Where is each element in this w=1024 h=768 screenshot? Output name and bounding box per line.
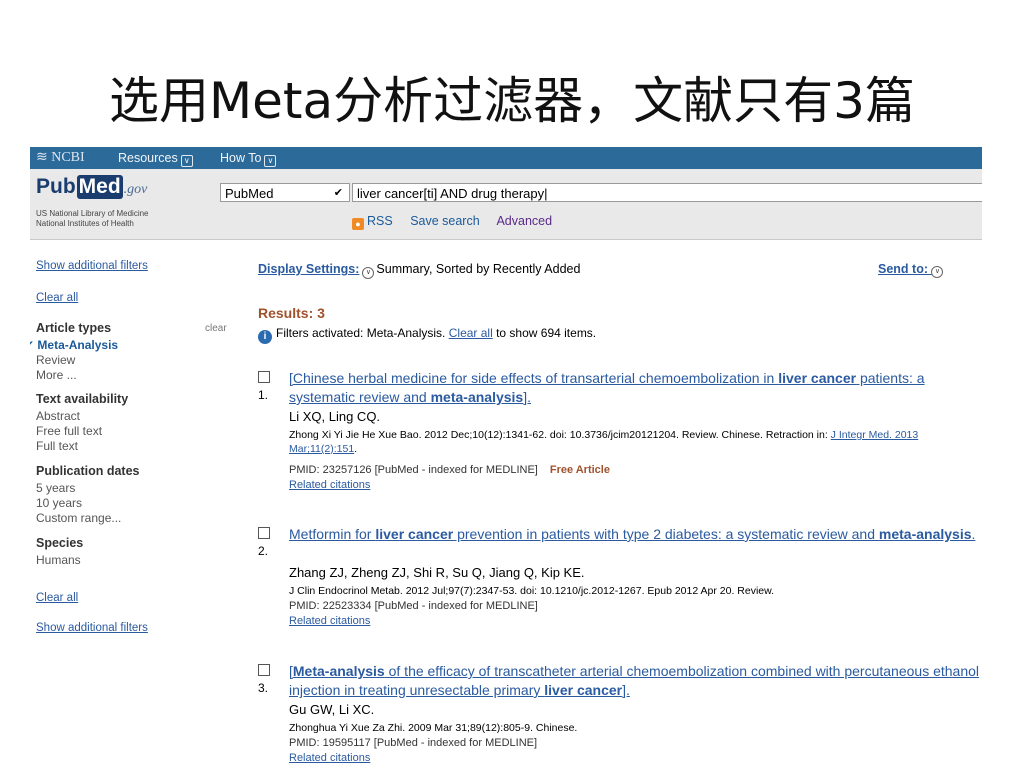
result-pmid: PMID: 23257126 [PubMed - indexed for MED… (289, 464, 610, 476)
dropdown-arrow-icon: ✔ (333, 187, 343, 199)
filter-5-years[interactable]: 5 years (36, 481, 75, 496)
result-pmid: PMID: 22523334 [PubMed - indexed for MED… (289, 600, 538, 612)
related-citations-link[interactable]: Related citations (289, 479, 370, 491)
display-summary-text: Summary, Sorted by Recently Added (376, 262, 581, 276)
text-availability-heading: Text availability (36, 392, 129, 406)
result-checkbox[interactable] (258, 664, 270, 676)
checkmark-icon: ✔ (30, 338, 34, 352)
article-types-heading: Article types (36, 321, 112, 335)
ncbi-logo[interactable]: ≋ NCBI (36, 149, 85, 166)
result-title-link[interactable]: [Meta-analysis of the efficacy of transc… (289, 662, 982, 700)
chevron-down-icon: ∨ (931, 266, 944, 278)
result-journal: J Clin Endocrinol Metab. 2012 Jul;97(7):… (289, 585, 775, 597)
filter-full-text[interactable]: Full text (36, 439, 78, 454)
result-authors: Li XQ, Ling CQ. (289, 409, 381, 424)
chevron-down-icon: ∨ (264, 155, 277, 167)
save-search-link[interactable]: Save search (410, 214, 479, 228)
pubmed-logo[interactable]: Pub Med .gov (36, 175, 147, 199)
filter-10-years[interactable]: 10 years (36, 496, 82, 511)
result-title-link[interactable]: [Chinese herbal medicine for side effect… (289, 369, 982, 407)
result-authors: Zhang ZJ, Zheng ZJ, Shi R, Su Q, Jiang Q… (289, 565, 585, 580)
search-band: Pub Med .gov US National Library of Medici… (30, 169, 982, 240)
info-icon: i (258, 330, 272, 344)
filter-meta-analysis[interactable]: ✔ Meta-Analysis (30, 338, 118, 353)
rss-icon: ● (352, 218, 364, 230)
filter-free-full-text[interactable]: Free full text (36, 424, 102, 439)
resources-menu[interactable]: Resources ∨ (118, 151, 193, 167)
clear-all-link-bottom[interactable]: Clear all (36, 592, 78, 604)
display-settings-link[interactable]: Display Settings: (258, 262, 359, 276)
ncbi-top-bar: ≋ NCBI Resources ∨ How To ∨ (30, 147, 982, 169)
howto-menu[interactable]: How To ∨ (220, 151, 277, 167)
free-article-badge[interactable]: Free Article (550, 464, 610, 476)
result-pmid: PMID: 19595117 [PubMed - indexed for MED… (289, 737, 538, 749)
display-settings: Display Settings: ∨ Summary, Sorted by Rec… (258, 262, 580, 279)
clear-all-filters-link[interactable]: Clear all (449, 326, 493, 340)
filters-notice: i Filters activated: Meta-Analysis. Clear… (258, 326, 596, 344)
related-citations-link[interactable]: Related citations (289, 752, 370, 764)
result-authors: Gu GW, Li XC. (289, 702, 375, 717)
clear-all-link[interactable]: Clear all (36, 292, 78, 304)
pubmed-screenshot: ≋ NCBI Resources ∨ How To ∨ Pub Med .gov US … (30, 147, 982, 768)
result-number: 2. (258, 544, 269, 558)
result-checkbox[interactable] (258, 371, 270, 383)
pubmed-subtitle: US National Library of Medicine National … (36, 209, 149, 228)
result-journal: Zhong Xi Yi Jie He Xue Bao. 2012 Dec;10(… (289, 429, 919, 455)
results-count: Results: 3 (258, 305, 325, 321)
result-checkbox[interactable] (258, 527, 270, 539)
result-title-link[interactable]: Metformin for liver cancer prevention in… (289, 525, 982, 544)
filter-more[interactable]: More ... (36, 368, 77, 383)
clear-article-types-link[interactable]: clear (205, 323, 227, 334)
search-links: ● RSS Save search Advanced (352, 214, 552, 230)
species-heading: Species (36, 536, 84, 550)
chevron-down-icon[interactable]: ∨ (362, 267, 375, 279)
filter-abstract[interactable]: Abstract (36, 409, 80, 424)
search-input[interactable]: liver cancer[ti] AND drug therapy| (352, 183, 982, 202)
filter-review[interactable]: Review (36, 353, 75, 368)
chevron-down-icon: ∨ (180, 155, 193, 167)
show-additional-filters-link-bottom[interactable]: Show additional filters (36, 622, 148, 634)
slide-title: 选用Meta分析过滤器，文献只有3篇 (109, 72, 915, 130)
rss-link[interactable]: RSS (367, 214, 393, 228)
database-select[interactable]: PubMed ✔ (220, 183, 350, 202)
result-journal: Zhonghua Yi Xue Za Zhi. 2009 Mar 31;89(1… (289, 722, 578, 734)
result-number: 1. (258, 388, 269, 402)
related-citations-link[interactable]: Related citations (289, 615, 370, 627)
show-additional-filters-link[interactable]: Show additional filters (36, 260, 148, 272)
filter-humans[interactable]: Humans (36, 553, 81, 568)
publication-dates-heading: Publication dates (36, 464, 140, 478)
result-number: 3. (258, 681, 269, 695)
send-to-link[interactable]: Send to: ∨ (878, 262, 944, 278)
advanced-search-link[interactable]: Advanced (496, 214, 552, 228)
filter-custom-range[interactable]: Custom range... (36, 511, 121, 526)
